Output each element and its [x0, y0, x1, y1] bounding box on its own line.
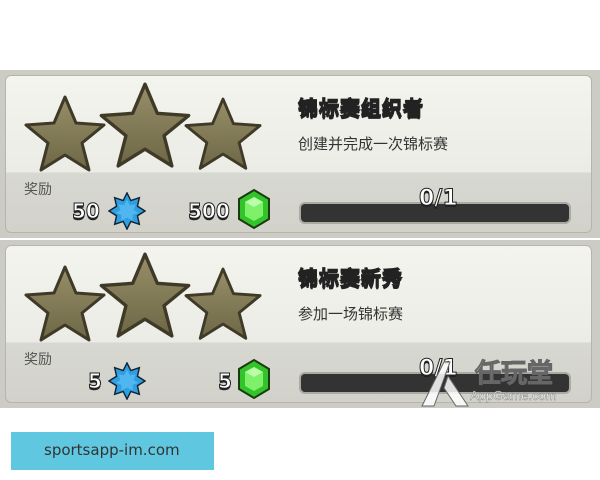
reward-label: 奖励 [24, 352, 52, 368]
progress-text: 0/1 [419, 186, 459, 212]
xp-star-icon [108, 192, 146, 230]
achievement-title: 锦标赛新秀 [298, 266, 403, 291]
xp-star-icon [108, 362, 146, 400]
achievement-card: 锦标赛组织者 创建并完成一次锦标赛 奖励 50 500 0/1 [5, 75, 592, 233]
achievement-title: 锦标赛组织者 [298, 96, 424, 121]
footer-url[interactable]: sportsapp-im.com [44, 441, 180, 459]
star-icon [24, 265, 106, 342]
gem-reward-value: 500 [188, 199, 231, 224]
star-icon [184, 267, 262, 340]
gem-reward-value: 5 [218, 369, 233, 394]
star-icon [99, 252, 191, 338]
reward-label: 奖励 [24, 182, 52, 198]
star-icon [24, 95, 106, 172]
star-icon [184, 97, 262, 170]
xp-reward-value: 50 [72, 199, 101, 224]
achievement-description: 创建并完成一次锦标赛 [298, 135, 449, 153]
gem-icon [238, 188, 270, 230]
xp-reward-value: 5 [88, 369, 103, 394]
watermark-brand: 任玩堂 [474, 359, 554, 390]
achievement-description: 参加一场锦标赛 [298, 305, 404, 323]
gem-icon [238, 358, 270, 400]
star-icon [99, 82, 191, 168]
stars-group [24, 82, 262, 172]
stars-group [24, 252, 262, 342]
watermark-url: AppGame.com [470, 388, 557, 403]
achievement-panel-1: 锦标赛组织者 创建并完成一次锦标赛 奖励 50 500 0/1 [0, 70, 600, 238]
